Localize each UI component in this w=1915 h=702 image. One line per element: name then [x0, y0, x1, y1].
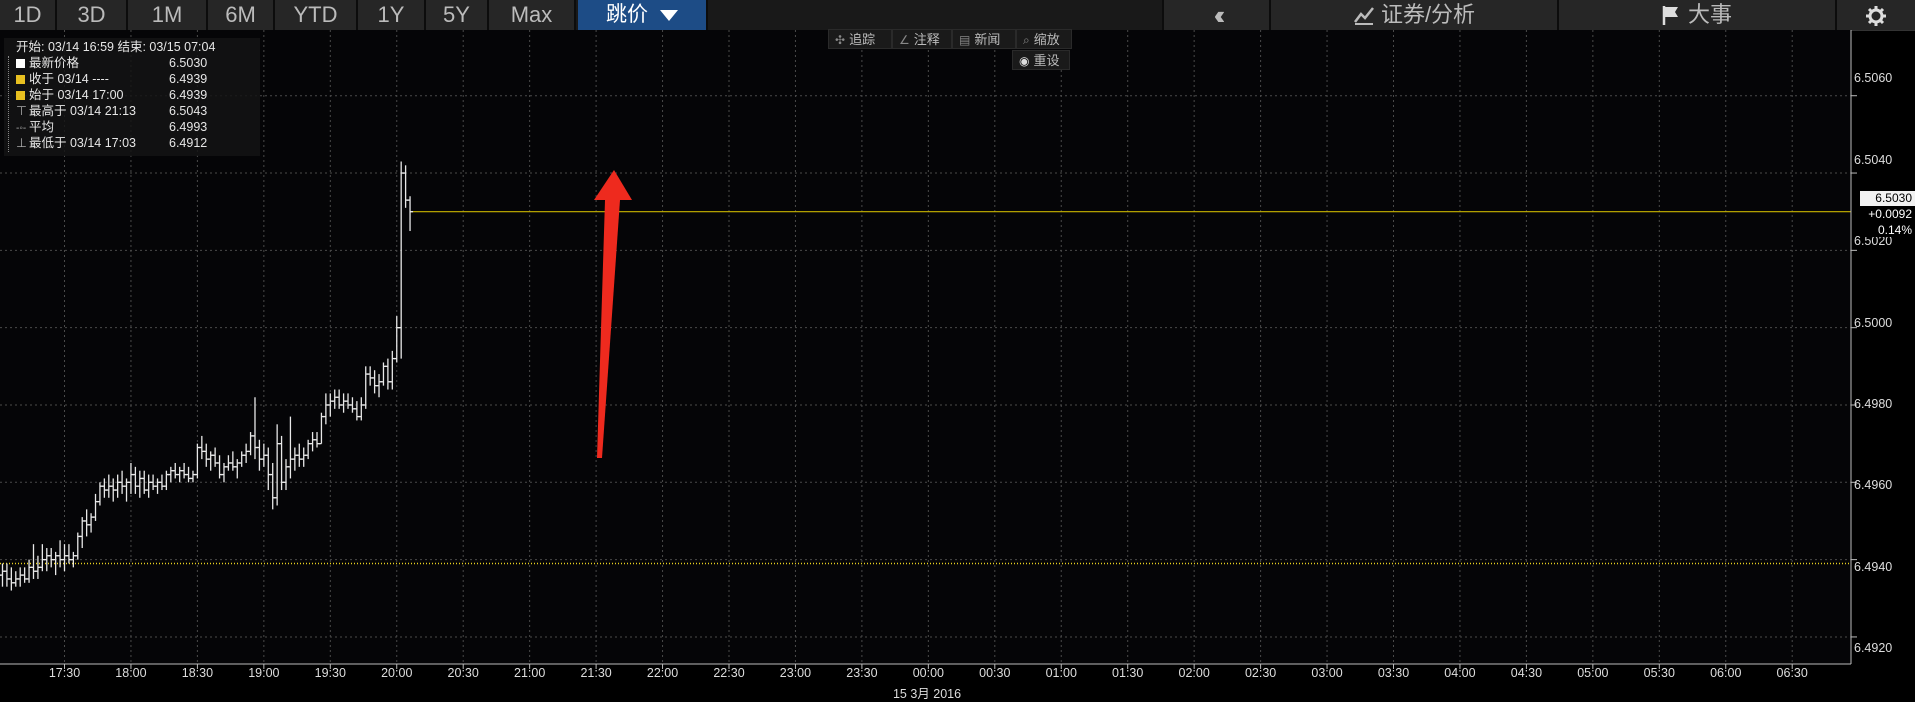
- legend-row-high[interactable]: ⊤ 最高于 03/14 21:13: [16, 104, 136, 119]
- x-tick-label: 22:00: [646, 666, 679, 680]
- x-tick-label: 02:00: [1178, 666, 1210, 680]
- last-price-percent: 0.14%: [1860, 223, 1912, 237]
- legend-header: 开始: 03/14 16:59 结束: 03/15 07:04: [16, 40, 216, 54]
- legend-row-close[interactable]: 收于 03/14 ----: [16, 72, 109, 87]
- news-icon: ▤: [959, 33, 971, 47]
- x-tick-label: 23:30: [846, 666, 878, 680]
- legend-label-high: 最高于 03/14 21:13: [29, 104, 137, 118]
- x-axis-date-label: 15 3月 2016: [892, 687, 962, 701]
- low-marker-icon: ⊥: [16, 136, 27, 150]
- legend-row-last[interactable]: 最新价格: [16, 56, 79, 71]
- x-tick-label: 06:00: [1710, 666, 1742, 680]
- legend-row-average[interactable]: -◦- 平均: [16, 120, 54, 135]
- x-tick-label: 02:30: [1244, 666, 1277, 680]
- y-tick-label: 6.4960: [1854, 478, 1893, 492]
- price-legend: 开始: 03/14 16:59 结束: 03/15 07:04 最新价格 6.5…: [4, 38, 260, 156]
- zoom-tool[interactable]: ⌕ 缩放: [1016, 29, 1072, 49]
- x-tick-label: 06:30: [1776, 666, 1808, 680]
- legend-value-average: 6.4993: [169, 120, 208, 134]
- yellow-square-icon: [16, 75, 25, 84]
- x-tick-label: 23:00: [779, 666, 812, 680]
- crosshair-icon: ✣: [835, 33, 846, 47]
- x-tick-label: 03:00: [1311, 666, 1343, 680]
- x-tick-label: 20:30: [447, 666, 479, 680]
- y-tick-label: 6.5000: [1854, 316, 1893, 330]
- zoom-tool-label: 缩放: [1033, 32, 1060, 47]
- average-marker-icon: -◦-: [16, 123, 27, 134]
- x-tick-label: 01:00: [1045, 666, 1077, 680]
- x-tick-label: 00:30: [979, 666, 1011, 680]
- legend-label-average: 平均: [29, 120, 55, 134]
- x-tick-label: 20:00: [381, 666, 413, 680]
- legend-value-high: 6.5043: [169, 104, 208, 118]
- legend-label-open: 始于 03/14 17:00: [29, 88, 124, 102]
- legend-value-open: 6.4939: [169, 88, 208, 102]
- legend-value-low: 6.4912: [169, 136, 208, 150]
- plot-background: [0, 30, 1851, 664]
- last-price-value: 6.5030: [1875, 191, 1912, 205]
- legend-tree-line: [8, 56, 10, 152]
- x-tick-label: 21:30: [580, 666, 612, 680]
- legend-value-close: 6.4939: [169, 72, 208, 86]
- x-tick-label: 05:30: [1643, 666, 1675, 680]
- news-tool-label: 新闻: [974, 32, 1001, 47]
- pencil-icon: ∠: [899, 33, 910, 47]
- price-chart[interactable]: [0, 0, 1915, 699]
- x-tick-label: 00:00: [912, 666, 944, 680]
- reset-tool-label: 重设: [1033, 53, 1060, 68]
- x-tick-label: 03:30: [1377, 666, 1410, 680]
- yellow-square-icon: [16, 91, 25, 100]
- reset-icon: ◉: [1019, 54, 1030, 68]
- annotate-tool[interactable]: ∠ 注释: [892, 29, 952, 49]
- y-tick-label: 6.4940: [1854, 560, 1893, 574]
- x-tick-label: 19:00: [248, 666, 280, 680]
- reset-tool[interactable]: ◉ 重设: [1012, 50, 1070, 70]
- x-tick-label: 18:00: [115, 666, 147, 680]
- x-tick-label: 04:30: [1510, 666, 1543, 680]
- track-tool[interactable]: ✣ 追踪: [828, 29, 892, 49]
- x-tick-label: 22:30: [713, 666, 745, 680]
- x-tick-label: 04:00: [1444, 666, 1476, 680]
- x-tick-label: 19:30: [314, 666, 346, 680]
- x-tick-label: 05:00: [1577, 666, 1609, 680]
- white-square-icon: [16, 59, 25, 68]
- y-tick-label: 6.4920: [1854, 641, 1893, 655]
- legend-row-open[interactable]: 始于 03/14 17:00: [16, 88, 124, 103]
- x-tick-label: 18:30: [181, 666, 214, 680]
- y-tick-label: 6.5060: [1854, 71, 1893, 85]
- track-tool-label: 追踪: [849, 32, 876, 47]
- news-tool[interactable]: ▤ 新闻: [952, 29, 1016, 49]
- legend-label-close: 收于 03/14 ----: [29, 72, 109, 86]
- magnifier-icon: ⌕: [1023, 33, 1030, 47]
- legend-row-low[interactable]: ⊥ 最低于 03/14 17:03: [16, 136, 136, 151]
- y-tick-label: 6.5040: [1854, 153, 1893, 167]
- x-tick-label: 01:30: [1112, 666, 1144, 680]
- legend-value-last: 6.5030: [169, 56, 208, 70]
- legend-label-last: 最新价格: [29, 56, 80, 70]
- last-price-change: +0.0092: [1860, 207, 1912, 221]
- x-tick-label: 17:30: [48, 666, 81, 680]
- high-marker-icon: ⊤: [16, 104, 27, 118]
- legend-label-low: 最低于 03/14 17:03: [29, 136, 137, 150]
- y-tick-label: 6.4980: [1854, 397, 1893, 411]
- x-tick-label: 21:00: [514, 666, 546, 680]
- annotate-tool-label: 注释: [913, 32, 940, 47]
